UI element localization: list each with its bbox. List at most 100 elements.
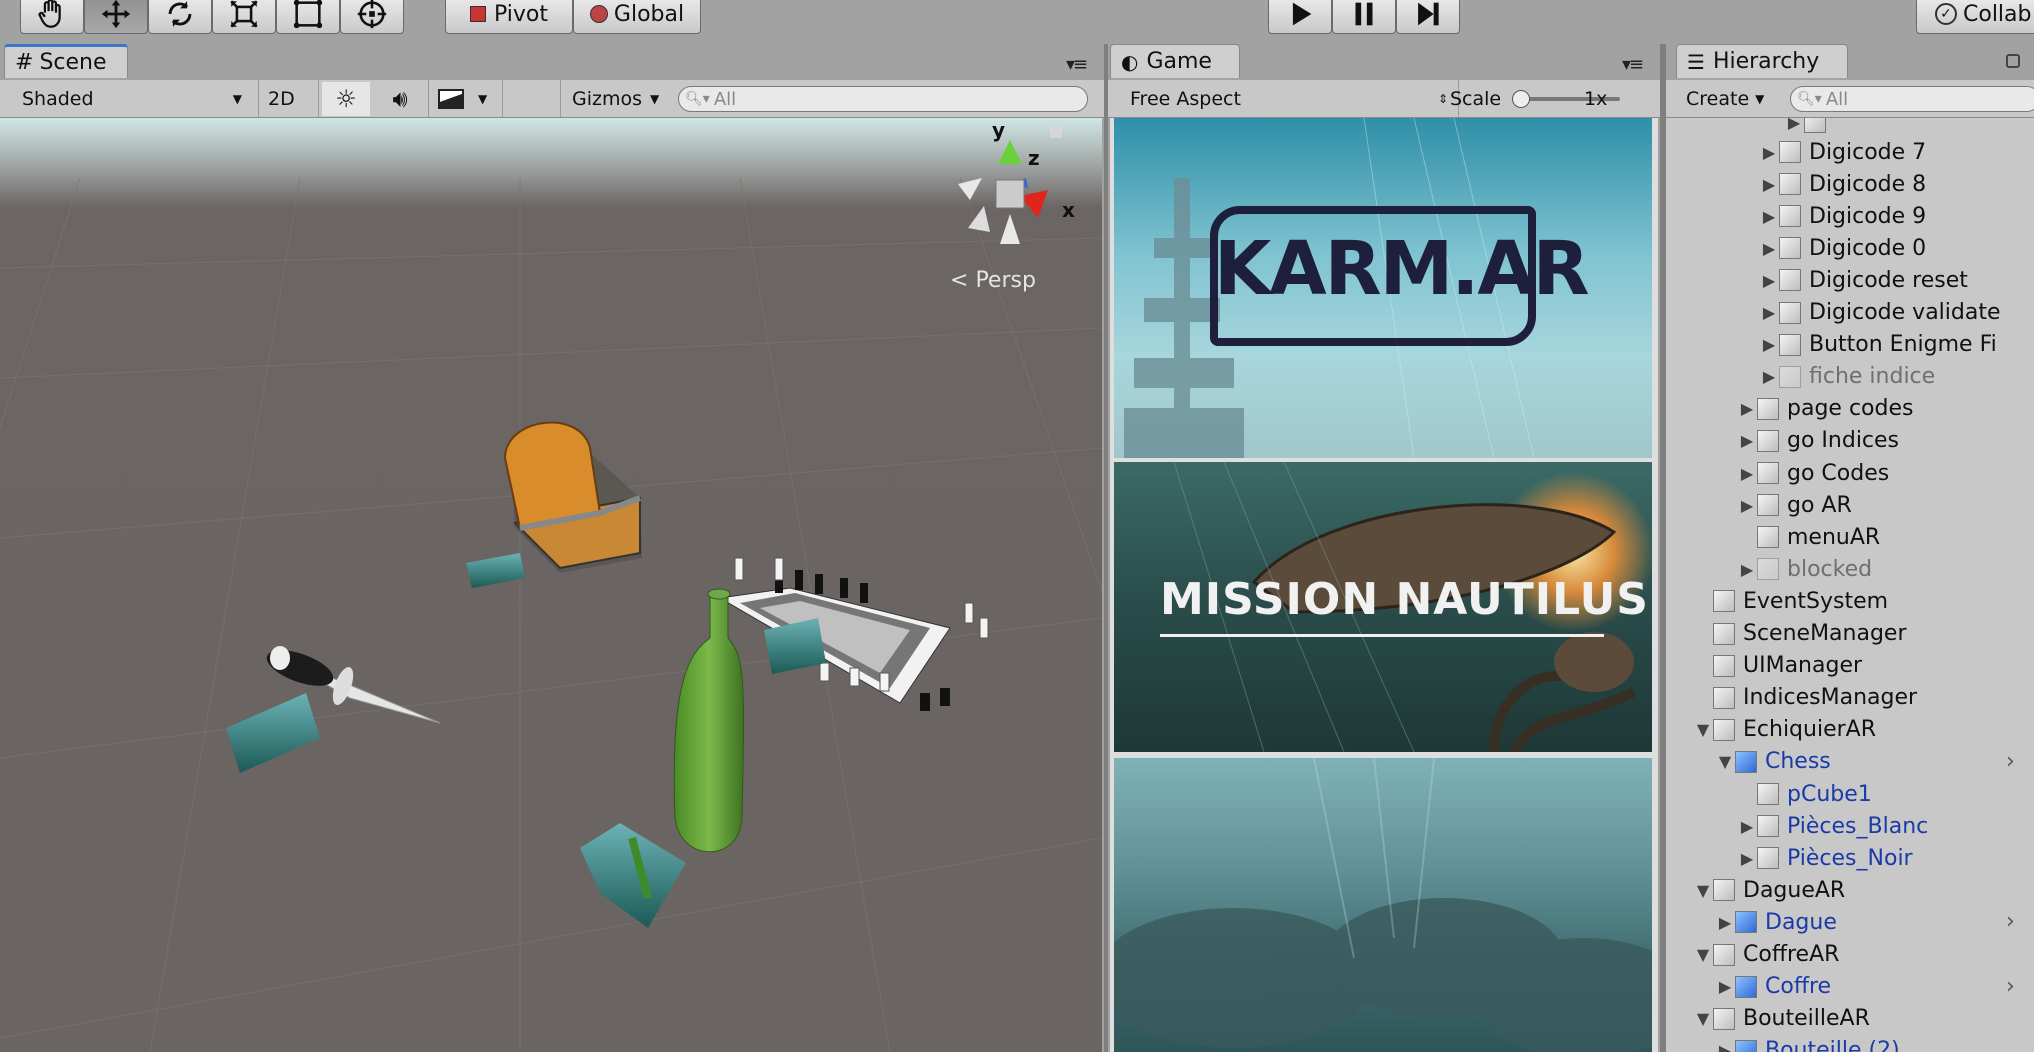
hierarchy-item[interactable]: SceneManager — [1693, 618, 2034, 650]
scene-effects-dropdown[interactable]: ▼ — [438, 80, 502, 118]
hierarchy-item[interactable]: ▶ Button Enigme Fi — [1759, 329, 2034, 361]
expanded-arrow-icon[interactable]: ▼ — [1693, 720, 1713, 739]
scale-tool-button[interactable] — [212, 0, 276, 34]
expanded-arrow-icon[interactable]: ▼ — [1715, 752, 1735, 771]
transform-tool-button[interactable] — [340, 0, 404, 34]
pivot-toggle-button[interactable]: Pivot — [445, 0, 573, 34]
hierarchy-item[interactable]: ▶ Digicode 7 — [1759, 136, 2034, 168]
hierarchy-item[interactable]: ▼ Chess — [1715, 746, 2034, 778]
aspect-dropdown[interactable]: Free Aspect ⇕ — [1130, 80, 1448, 118]
collapsed-arrow-icon[interactable]: ▶ — [1759, 239, 1779, 258]
collapsed-arrow-icon[interactable]: ▶ — [1737, 849, 1757, 868]
create-dropdown[interactable]: Create ▼ — [1686, 80, 1764, 118]
hierarchy-item[interactable]: ▶ Digicode reset — [1759, 264, 2034, 296]
hierarchy-item[interactable]: EventSystem — [1693, 585, 2034, 617]
collapsed-arrow-icon[interactable]: ▶ — [1737, 431, 1757, 450]
hierarchy-item[interactable]: UIManager — [1693, 650, 2034, 682]
hierarchy-item[interactable]: menuAR — [1737, 521, 2034, 553]
gameobject-cube-icon — [1757, 462, 1779, 484]
treasure-chest[interactable] — [503, 421, 642, 573]
rect-tool-button[interactable] — [276, 0, 340, 34]
pause-button[interactable] — [1332, 0, 1396, 34]
2d-mode-toggle[interactable]: 2D — [268, 80, 295, 118]
collapsed-arrow-icon[interactable]: ▶ — [1759, 143, 1779, 162]
collapsed-arrow-icon[interactable]: ▶ — [1759, 367, 1779, 386]
collapsed-arrow-icon[interactable]: ▶ — [1737, 399, 1757, 418]
collapsed-arrow-icon[interactable]: ▶ — [1759, 175, 1779, 194]
shading-mode-dropdown[interactable]: Shaded ▼ — [22, 80, 242, 118]
open-prefab-chevron-icon[interactable]: › — [2006, 971, 2030, 1003]
hierarchy-item[interactable]: ▶ page codes — [1737, 393, 2034, 425]
collapsed-arrow-icon[interactable]: ▶ — [1759, 207, 1779, 226]
hierarchy-item[interactable]: ▼ CoffreAR — [1693, 939, 2034, 971]
gameobject-cube-icon — [1779, 205, 1801, 228]
hierarchy-item[interactable]: pCube1 — [1737, 778, 2034, 810]
hierarchy-item[interactable]: ▶ Pièces_Noir — [1737, 842, 2034, 874]
panel-menu-icon[interactable]: ▾≡ — [1622, 54, 1644, 75]
collapsed-arrow-icon[interactable]: ▶ — [1759, 271, 1779, 290]
hierarchy-item[interactable]: ▶ blocked — [1737, 553, 2034, 585]
mission-nautilus-banner: MISSION NAUTILUS — [1114, 462, 1652, 752]
hierarchy-item[interactable]: ▶ Digicode 0 — [1759, 232, 2034, 264]
hierarchy-item[interactable]: ▶ Bouteille (2) — [1715, 1035, 2034, 1052]
lock-icon[interactable] — [2006, 54, 2020, 68]
hand-tool-button[interactable] — [20, 0, 84, 34]
open-prefab-chevron-icon[interactable]: › — [2006, 746, 2030, 778]
collab-button[interactable]: ✓ Collab — [1916, 0, 2034, 34]
hierarchy-search-field[interactable]: 🔍︎▾ All — [1790, 86, 2034, 112]
hierarchy-item[interactable]: ▶ go AR — [1737, 489, 2034, 521]
collapsed-arrow-icon[interactable]: ▶ — [1715, 913, 1735, 932]
collapsed-arrow-icon[interactable]: ▶ — [1715, 977, 1735, 996]
scene-viewport[interactable]: y z x < Persp — [0, 118, 1102, 1052]
bottle[interactable] — [673, 588, 745, 853]
hierarchy-item[interactable]: ▼ EchiquierAR — [1693, 714, 2034, 746]
hierarchy-item[interactable]: ▶ Coffre — [1715, 971, 2034, 1003]
tab-scene[interactable]: # Scene — [4, 44, 128, 78]
collapsed-arrow-icon[interactable]: ▶ — [1759, 303, 1779, 322]
collapsed-arrow-icon[interactable]: ▶ — [1737, 464, 1757, 483]
slider-thumb[interactable] — [1512, 90, 1530, 108]
image-target-card[interactable] — [580, 823, 686, 928]
hierarchy-item[interactable]: ▶ Dague — [1715, 906, 2034, 938]
collapsed-arrow-icon[interactable]: ▶ — [1759, 335, 1779, 354]
game-view[interactable]: KARM.AR MISSION NAUTILUS — [1110, 118, 1658, 1052]
hierarchy-item[interactable]: IndicesManager — [1693, 682, 2034, 714]
step-button[interactable] — [1396, 0, 1460, 34]
collapsed-arrow-icon[interactable]: ▶ — [1737, 817, 1757, 836]
lock-icon[interactable] — [1050, 126, 1062, 138]
hierarchy-item-label: blocked — [1787, 556, 1873, 582]
persp-toggle[interactable]: < Persp — [950, 268, 1036, 293]
tab-game[interactable]: ◐ Game — [1110, 44, 1240, 78]
hierarchy-item[interactable]: ▶ go Codes — [1737, 457, 2034, 489]
scene-audio-toggle[interactable]: 🔊︎ — [378, 80, 422, 118]
scene-search-field[interactable]: 🔍︎▾ All — [678, 86, 1088, 112]
hierarchy-item[interactable]: ▼ DagueAR — [1693, 874, 2034, 906]
move-tool-button[interactable] — [84, 0, 148, 34]
tab-hierarchy[interactable]: ☰ Hierarchy — [1676, 44, 1848, 78]
panel-menu-icon[interactable]: ▾≡ — [1066, 54, 1088, 75]
expanded-arrow-icon[interactable]: ▼ — [1693, 945, 1713, 964]
rotate-tool-button[interactable] — [148, 0, 212, 34]
expanded-arrow-icon[interactable]: ▼ — [1693, 881, 1713, 900]
image-target-card[interactable] — [226, 693, 320, 773]
open-prefab-chevron-icon[interactable]: › — [2006, 906, 2030, 938]
hierarchy-item[interactable]: ▶ fiche indice — [1759, 361, 2034, 393]
collapsed-arrow-icon[interactable]: ▶ — [1737, 496, 1757, 515]
hierarchy-item[interactable]: ▶ Digicode 9 — [1759, 200, 2034, 232]
collapsed-arrow-icon[interactable]: ▶ — [1715, 1041, 1735, 1052]
gizmos-dropdown[interactable]: Gizmos ▼ — [572, 80, 659, 118]
collapsed-arrow-icon[interactable]: ▶ — [1737, 560, 1757, 579]
global-toggle-button[interactable]: Global — [573, 0, 701, 34]
prefab-cube-icon — [1735, 911, 1757, 934]
hierarchy-item[interactable]: ▶ Pièces_Blanc — [1737, 810, 2034, 842]
expanded-arrow-icon[interactable]: ▼ — [1693, 1009, 1713, 1028]
image-target-card[interactable] — [466, 553, 525, 588]
chessboard[interactable] — [712, 557, 989, 711]
hierarchy-item[interactable]: ▶ Digicode validate — [1759, 297, 2034, 329]
hierarchy-item[interactable]: ▶ go Indices — [1737, 425, 2034, 457]
hierarchy-item[interactable]: ▼ BouteilleAR — [1693, 1003, 2034, 1035]
scene-lighting-toggle[interactable]: ☼ — [322, 82, 370, 116]
scene-orientation-gizmo[interactable]: y z x < Persp — [940, 118, 1090, 308]
play-button[interactable] — [1268, 0, 1332, 34]
hierarchy-item[interactable]: ▶ Digicode 8 — [1759, 168, 2034, 200]
